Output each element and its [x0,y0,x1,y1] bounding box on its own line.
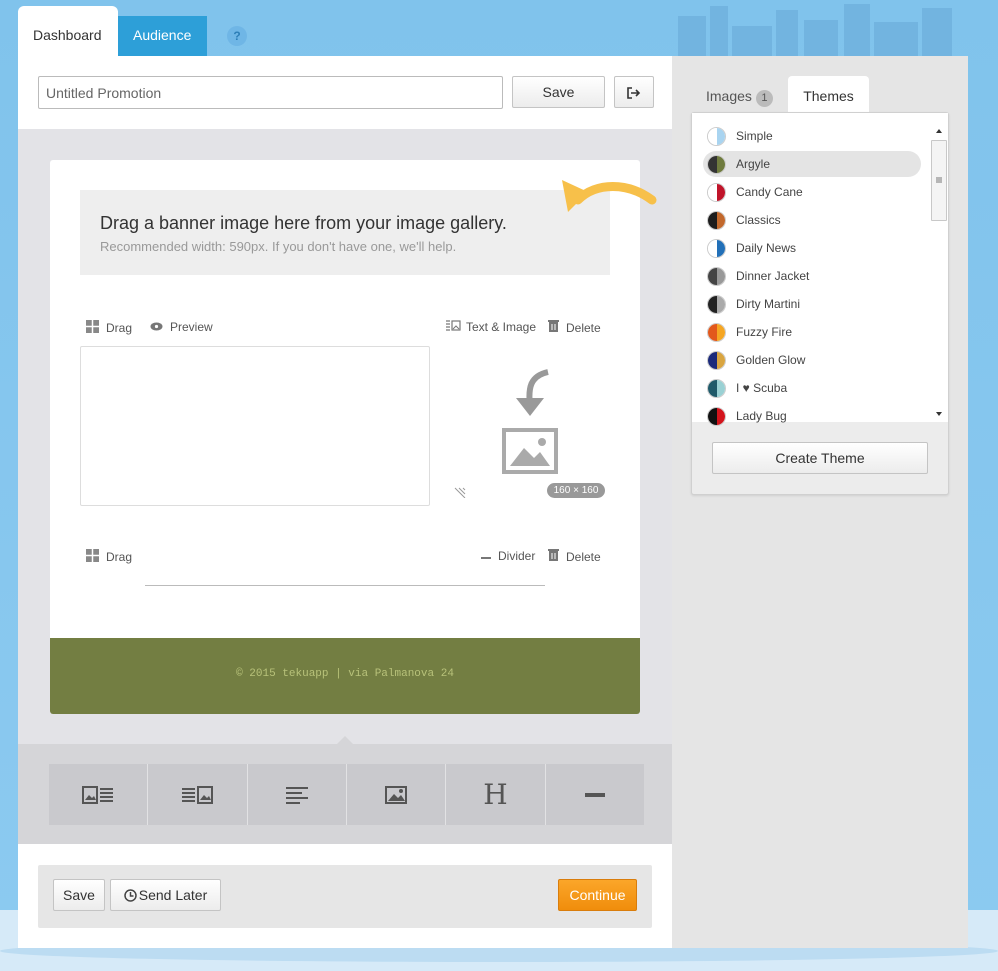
theme-name: Candy Cane [736,185,803,199]
theme-swatch [707,406,726,426]
theme-name: Daily News [736,241,797,255]
tab-themes[interactable]: Themes [788,76,869,114]
theme-item[interactable]: I ♥ Scuba [703,375,921,401]
theme-item[interactable]: Daily News [703,235,921,261]
theme-item[interactable]: Classics [703,207,921,233]
theme-item[interactable]: Simple [703,123,921,149]
images-count-badge: 1 [755,90,773,107]
sign-out-icon [627,86,641,99]
trash-icon [548,549,559,564]
theme-name: Argyle [736,157,771,171]
image-size-badge: 160 × 160 [547,483,605,498]
theme-item[interactable]: Argyle [703,151,921,177]
theme-swatch [707,154,726,174]
add-image-block[interactable] [346,764,447,825]
theme-item[interactable]: Golden Glow [703,347,921,373]
delete-button-divider[interactable]: Delete [548,549,601,564]
add-text-block[interactable] [247,764,347,825]
banner-subtitle: Recommended width: 590px. If you don't h… [100,239,457,254]
curved-arrow-icon [562,180,657,212]
image-text-icon [82,785,114,804]
block-type-label: Divider [498,549,536,563]
block-type-list: H [49,764,644,825]
divider-line [145,585,545,586]
theme-item[interactable]: Dirty Martini [703,291,921,317]
toolbar-pointer [337,736,353,744]
theme-swatch [707,238,726,258]
text-image-icon [446,320,461,334]
footer-text: © 2015 tekuapp | via Palmanova 24 [236,668,454,680]
theme-swatch [707,350,726,370]
tab-audience[interactable]: Audience [118,16,207,56]
drag-label: Drag [106,321,133,335]
tab-images-label: Images [706,88,752,104]
delete-label: Delete [566,549,601,564]
theme-name: Fuzzy Fire [736,325,793,339]
scrollbar-thumb[interactable] [931,140,947,221]
add-divider-block[interactable] [545,764,644,825]
theme-item[interactable]: Dinner Jacket [703,263,921,289]
help-icon[interactable]: ? [227,26,247,46]
theme-swatch [707,378,726,398]
drag-label: Drag [106,550,133,564]
tab-dashboard[interactable]: Dashboard [18,6,118,56]
tab-images[interactable]: Images 1 [706,76,773,114]
theme-name: Lady Bug [736,409,787,423]
trash-icon [548,320,559,335]
text-image-icon [182,785,214,804]
add-image-text-block[interactable] [49,764,149,825]
banner-title: Drag a banner image here from your image… [100,213,507,233]
theme-name: Simple [736,129,773,143]
block-type-text-image[interactable]: Text & Image [446,320,536,334]
drag-handle[interactable]: Drag [86,320,132,336]
theme-name: I ♥ Scuba [736,381,788,395]
theme-item[interactable]: Lady Bug [703,403,921,429]
theme-swatch [707,210,726,230]
image-placeholder-icon[interactable] [500,368,560,478]
drag-handle-divider[interactable]: Drag [86,549,132,565]
block-type-divider[interactable]: Divider [481,549,535,563]
theme-name: Golden Glow [736,353,806,367]
theme-name: Dirty Martini [736,297,801,311]
add-heading-block[interactable]: H [446,764,546,825]
image-icon [385,785,408,804]
theme-swatch [707,182,726,202]
add-text-image-block[interactable] [148,764,248,825]
send-later-label: Send Later [138,887,208,903]
skyline-decoration [658,0,958,56]
resize-handle-icon[interactable] [453,486,467,498]
preview-label: Preview [170,320,213,334]
exit-button[interactable] [614,76,654,108]
send-later-button[interactable]: Send Later [110,879,221,911]
minus-icon [481,549,491,563]
save-draft-button[interactable]: Save [53,879,105,911]
theme-item[interactable]: Candy Cane [703,179,921,205]
divider-icon [584,792,605,797]
create-theme-button[interactable]: Create Theme [712,442,928,474]
delete-button[interactable]: Delete [548,320,601,335]
text-content-area[interactable] [80,346,430,506]
continue-button[interactable]: Continue [558,879,637,911]
theme-swatch [707,126,726,146]
theme-item[interactable]: Fuzzy Fire [703,319,921,345]
drag-icon [86,549,99,565]
theme-swatch [707,266,726,286]
save-button[interactable]: Save [512,76,605,108]
text-align-icon [285,786,308,804]
promotion-title-input[interactable] [38,76,503,109]
theme-name: Dinner Jacket [736,269,810,283]
block-type-label: Text & Image [466,320,537,334]
theme-swatch [707,322,726,342]
heading-icon: H [483,778,508,811]
eye-icon [150,320,163,334]
theme-swatch [707,294,726,314]
preview-button[interactable]: Preview [150,320,213,334]
delete-label: Delete [566,320,601,335]
drag-icon [86,320,99,336]
theme-name: Classics [736,213,781,227]
clock-icon [124,889,137,902]
